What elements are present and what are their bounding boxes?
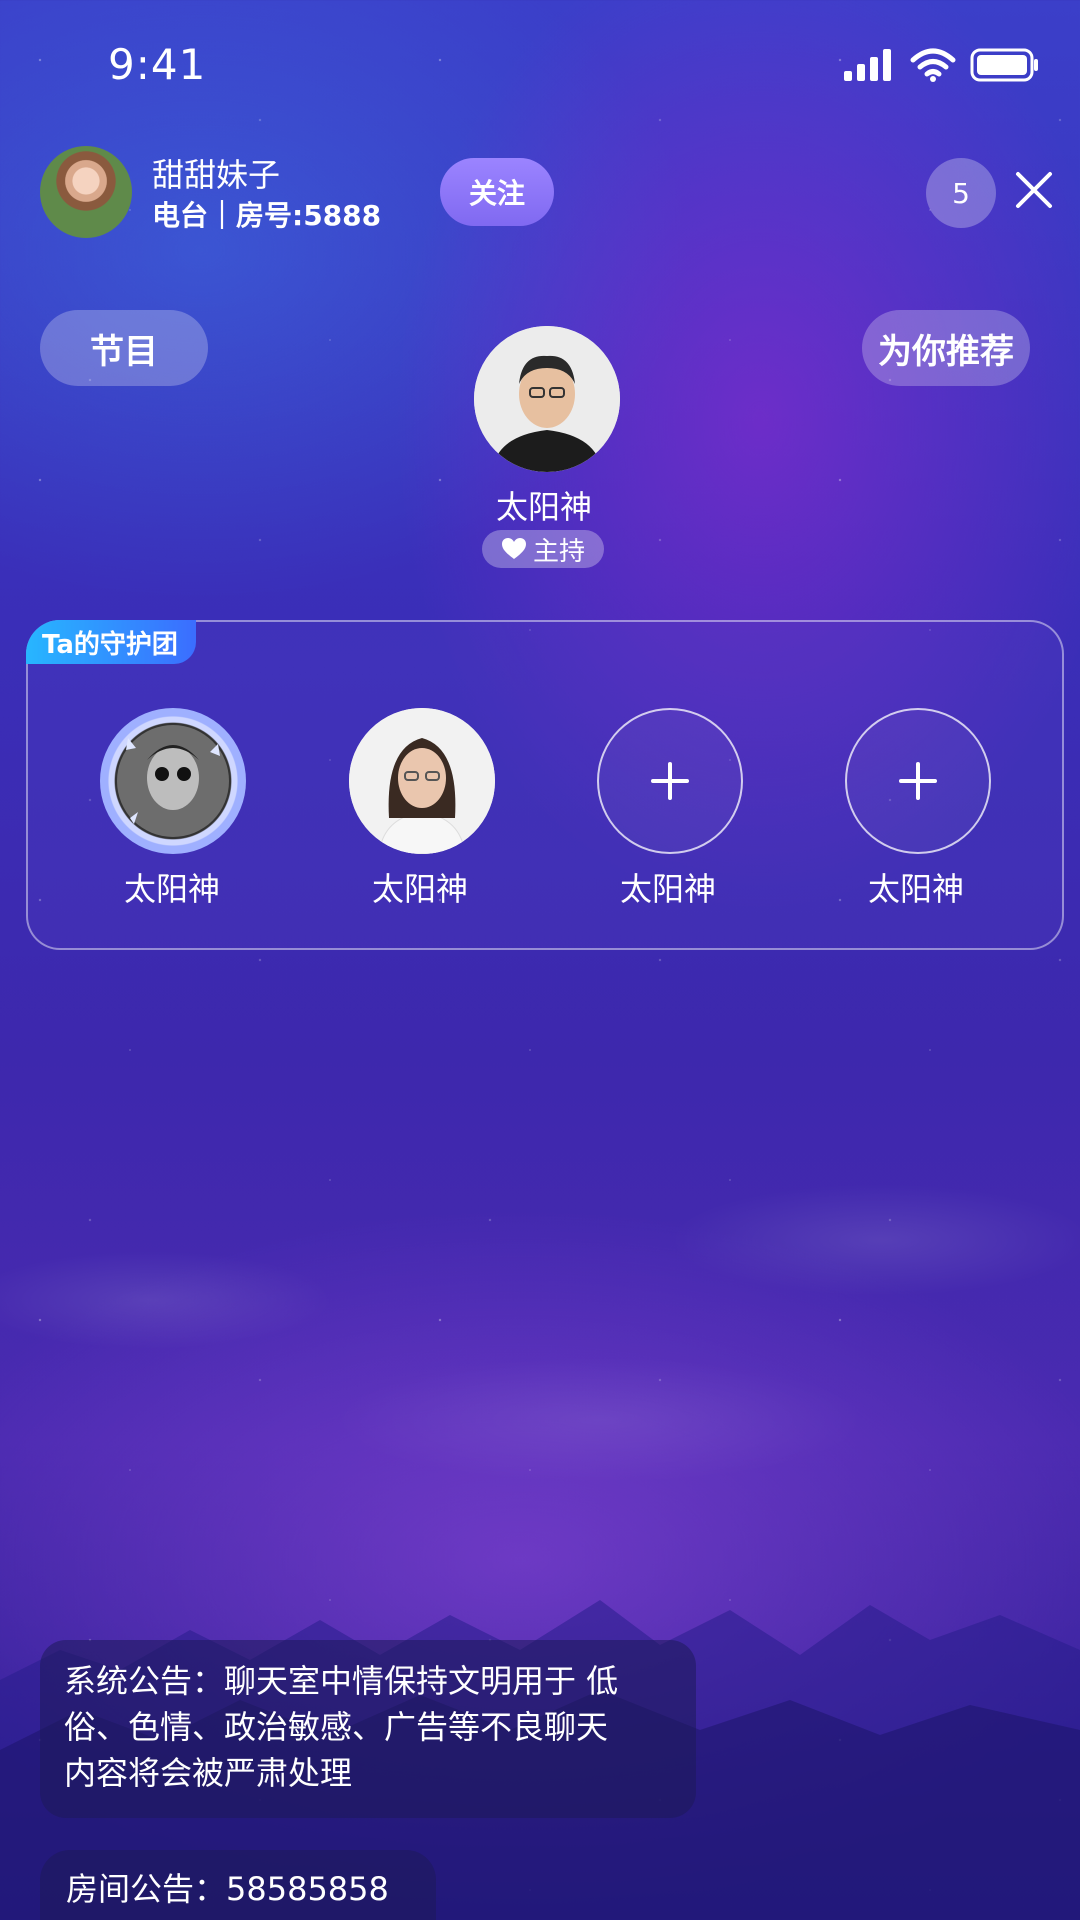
battery-icon xyxy=(970,48,1038,82)
guardian-name-3: 太阳神 xyxy=(619,870,716,908)
cloud-layer xyxy=(0,1180,1080,1600)
follow-button[interactable]: 关注 xyxy=(440,158,554,226)
guardian-slot-2[interactable] xyxy=(349,708,495,854)
host-seat-avatar[interactable] xyxy=(474,326,620,472)
guardian-name-1: 太阳神 xyxy=(123,870,220,908)
host-avatar[interactable] xyxy=(40,146,132,238)
system-announcement: 系统公告：聊天室中情保持文明用于 低 俗、色情、政治敏感、广告等不良聊天 内容将… xyxy=(40,1640,696,1818)
host-seat-name: 太阳神 xyxy=(495,488,592,526)
room-announcement: 房间公告：58585858 xyxy=(40,1850,436,1920)
recommend-button[interactable]: 为你推荐 xyxy=(862,310,1030,386)
person-avatar-image xyxy=(474,326,620,472)
wifi-icon xyxy=(910,48,956,82)
guardian-slot-3[interactable] xyxy=(597,708,743,854)
heart-icon xyxy=(501,538,526,559)
room-info: 电台｜房号:5888 xyxy=(152,199,382,232)
system-announcement-line: 俗、色情、政治敏感、广告等不良聊天 xyxy=(64,1708,609,1746)
guardian-name-2: 太阳神 xyxy=(371,870,468,908)
guardian-slot-4[interactable] xyxy=(845,708,991,854)
viewer-count-badge[interactable]: 5 xyxy=(926,158,996,228)
guardian-slot-1[interactable] xyxy=(100,708,246,854)
star-background xyxy=(0,0,1080,1920)
host-role-badge: 主持 xyxy=(482,530,604,568)
guardian-avatar-image xyxy=(349,708,495,854)
close-icon[interactable] xyxy=(1014,170,1054,210)
guardian-title: Ta的守护团 xyxy=(26,620,196,664)
plus-icon xyxy=(651,762,689,800)
status-time: 9:41 xyxy=(108,40,207,89)
system-announcement-line: 系统公告：聊天室中情保持文明用于 低 xyxy=(64,1662,619,1700)
signal-icon xyxy=(844,49,891,81)
system-announcement-line: 内容将会被严肃处理 xyxy=(64,1754,353,1792)
host-role-label: 主持 xyxy=(532,536,585,567)
host-name: 甜甜妹子 xyxy=(152,156,281,194)
plus-icon xyxy=(899,762,937,800)
status-icons xyxy=(844,48,1040,82)
program-button[interactable]: 节目 xyxy=(40,310,208,386)
guardian-avatar-image xyxy=(117,725,229,837)
guardian-name-4: 太阳神 xyxy=(867,870,964,908)
